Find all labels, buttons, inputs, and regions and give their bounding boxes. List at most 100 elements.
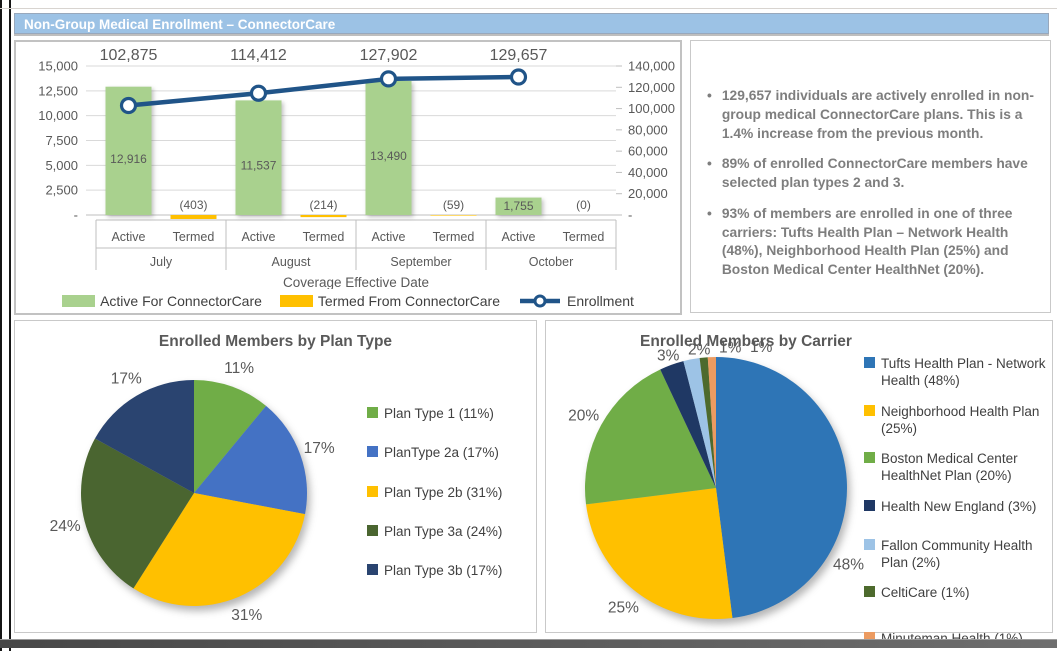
subcategory-label: Active [371, 230, 405, 244]
combo-legend-item: Enrollment [518, 293, 634, 309]
legend-label: Health New England (3%) [881, 498, 1036, 515]
plan-type-pie-panel: Enrolled Members by Plan Type 11%17%31%2… [14, 320, 537, 633]
legend-swatch-icon [367, 525, 378, 536]
insights-bullet-list: • 129,657 individuals are actively enrol… [691, 41, 1050, 280]
pie-percent-label: 11% [224, 360, 254, 377]
legend-swatch-icon [280, 295, 313, 307]
subcategory-label: Termed [433, 230, 475, 244]
legend-label: Neighborhood Health Plan (25%) [881, 403, 1048, 438]
legend-swatch-icon [367, 564, 378, 575]
left-axis-tick: 5,000 [45, 158, 78, 173]
pie-percent-label: 24% [50, 518, 81, 535]
pie-legend-item: Plan Type 3a (24%) [367, 523, 502, 540]
dashboard-page: Non-Group Medical Enrollment – Connector… [0, 0, 1057, 651]
pie-legend-item: Boston Medical Center HealthNet Plan (20… [864, 450, 1048, 485]
legend-label: CeltiCare (1%) [881, 584, 970, 601]
right-axis-tick: 60,000 [628, 144, 668, 159]
legend-label: Fallon Community Health Plan (2%) [881, 537, 1048, 572]
bullet-icon: • [703, 205, 712, 280]
left-axis-tick: 12,500 [38, 83, 78, 98]
pie-percent-label: 48% [833, 557, 864, 574]
legend-label: Plan Type 3b (17%) [384, 562, 502, 579]
subcategory-label: Termed [173, 230, 215, 244]
carrier-pie-panel: Enrolled Members by Carrier 48%25%20%3%2… [545, 320, 1053, 633]
right-axis-tick: 20,000 [628, 186, 668, 201]
insight-bullet: • 129,657 individuals are actively enrol… [703, 87, 1038, 143]
legend-swatch-icon [62, 295, 95, 307]
page-bottom-band [0, 639, 1057, 648]
insights-panel: • 129,657 individuals are actively enrol… [690, 40, 1051, 313]
legend-swatch-icon [864, 357, 875, 368]
termed-value-label: (0) [576, 198, 591, 212]
insight-bullet: • 93% of members are enrolled in one of … [703, 205, 1038, 280]
pie-percent-label: 17% [111, 371, 142, 388]
bar-value-label: 12,916 [110, 152, 147, 166]
month-label: July [150, 255, 173, 269]
legend-label: Enrollment [567, 293, 634, 309]
termed-value-label: (214) [309, 198, 337, 212]
legend-label: PlanType 2a (17%) [384, 444, 499, 461]
legend-swatch-icon [864, 586, 875, 597]
month-label: August [272, 255, 311, 269]
insight-bullet: • 89% of enrolled ConnectorCare members … [703, 155, 1038, 193]
legend-swatch-icon [367, 446, 378, 457]
pie-percent-label: 20% [568, 407, 599, 424]
enrollment-value-label: 129,657 [490, 47, 548, 64]
termed-bar [171, 215, 217, 219]
combo-legend-item: Termed From ConnectorCare [280, 293, 500, 309]
left-axis-tick: - [74, 208, 78, 223]
bar-value-label: 1,755 [503, 199, 533, 213]
termed-bar [301, 215, 347, 217]
month-label: September [390, 255, 451, 269]
legend-label: Active For ConnectorCare [100, 293, 262, 309]
subcategory-label: Active [241, 230, 275, 244]
termed-value-label: (403) [179, 198, 207, 212]
right-axis-tick: 140,000 [628, 59, 675, 74]
plan-type-pie-legend: Plan Type 1 (11%)PlanType 2a (17%)Plan T… [367, 405, 502, 579]
legend-swatch-icon [367, 407, 378, 418]
pie-legend-item: PlanType 2a (17%) [367, 444, 502, 461]
pie-legend-item: Plan Type 2b (31%) [367, 484, 502, 501]
pie-slice [716, 357, 847, 618]
legend-label: Termed From ConnectorCare [318, 293, 500, 309]
legend-marker [535, 296, 545, 306]
termed-bar [431, 215, 477, 216]
enrollment-chart-panel: 15,00012,50010,0007,5005,0002,500-140,00… [14, 40, 682, 315]
subcategory-label: Termed [563, 230, 605, 244]
active-bar [366, 81, 412, 215]
enrollment-combo-chart: 15,00012,50010,0007,5005,0002,500-140,00… [16, 42, 680, 289]
right-axis-tick: - [628, 208, 632, 223]
legend-line-marker-icon [518, 294, 562, 308]
pie-legend-item: Fallon Community Health Plan (2%) [864, 537, 1048, 572]
legend-swatch-icon [864, 539, 875, 550]
enrollment-marker [252, 86, 266, 100]
right-axis-tick: 40,000 [628, 165, 668, 180]
month-label: October [529, 255, 573, 269]
bullet-icon: • [703, 87, 712, 143]
termed-value-label: (59) [443, 198, 464, 212]
combo-legend-item: Active For ConnectorCare [62, 293, 262, 309]
pie-slices [81, 380, 307, 606]
subcategory-label: Active [111, 230, 145, 244]
page-left-border [0, 0, 11, 651]
right-axis-tick: 80,000 [628, 122, 668, 137]
enrollment-marker [382, 72, 396, 86]
pie-legend-item: Tufts Health Plan - Network Health (48%) [864, 355, 1048, 390]
pie-legend-item: Health New England (3%) [864, 498, 1048, 515]
legend-label: Boston Medical Center HealthNet Plan (20… [881, 450, 1048, 485]
plan-type-pie-title: Enrolled Members by Plan Type [15, 333, 536, 351]
enrollment-value-label: 102,875 [100, 47, 158, 64]
insight-text: 93% of members are enrolled in one of th… [722, 205, 1038, 280]
pie-legend-item: Neighborhood Health Plan (25%) [864, 403, 1048, 438]
insight-text: 89% of enrolled ConnectorCare members ha… [722, 155, 1038, 193]
left-axis-tick: 10,000 [38, 108, 78, 123]
insight-text: 129,657 individuals are actively enrolle… [722, 87, 1038, 143]
combo-chart-legend: Active For ConnectorCare Termed From Conn… [16, 289, 680, 313]
legend-swatch-icon [367, 486, 378, 497]
pie-slices [585, 357, 847, 619]
bar-value-label: 13,490 [370, 149, 407, 163]
enrollment-marker [512, 70, 526, 84]
legend-label: Tufts Health Plan - Network Health (48%) [881, 355, 1048, 390]
left-axis-tick: 7,500 [45, 133, 78, 148]
pie-legend-item: CeltiCare (1%) [864, 584, 1048, 601]
